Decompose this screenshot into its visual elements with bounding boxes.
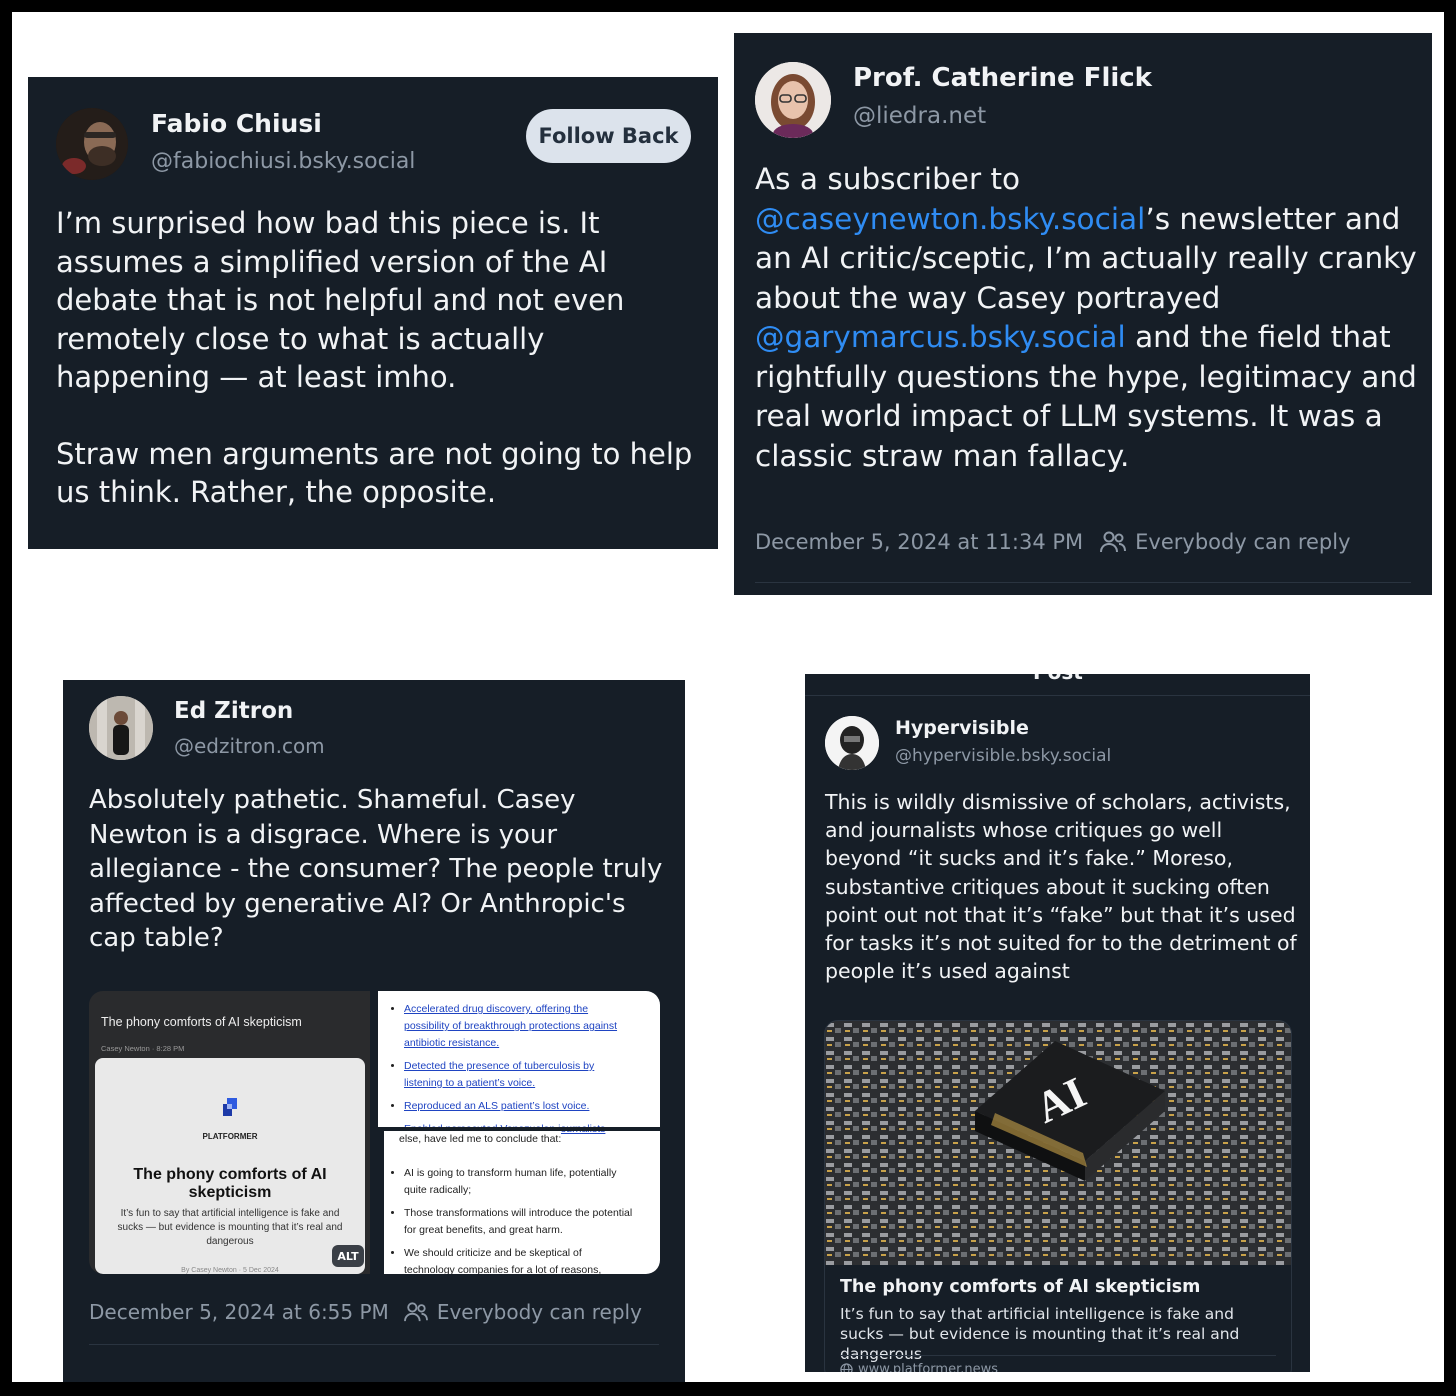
post-body: I’m surprised how bad this piece is. It … xyxy=(56,204,696,512)
post-card-hypervisible: Post Hypervisible @hypervisible.bsky.soc… xyxy=(805,674,1310,1372)
article-link-list: Accelerated drug discovery, offering the… xyxy=(384,1001,624,1144)
people-icon xyxy=(403,1301,429,1323)
divider xyxy=(89,1344,659,1345)
article-byline: By Casey Newton · 5 Dec 2024 xyxy=(181,1267,279,1274)
article-bullets: AI is going to transform human life, pot… xyxy=(384,1165,634,1274)
avatar[interactable] xyxy=(89,696,153,760)
screen-title: Post xyxy=(1033,674,1083,684)
article-lead: else, have led me to conclude that: xyxy=(399,1131,562,1148)
post-body: This is wildly dismissive of scholars, a… xyxy=(825,790,1297,984)
post-paragraph: Straw men arguments are not going to hel… xyxy=(56,436,693,510)
author-handle[interactable]: @edzitron.com xyxy=(174,734,325,758)
platformer-logo-icon xyxy=(223,1098,237,1116)
alt-badge[interactable]: ALT xyxy=(332,1245,364,1267)
author-handle[interactable]: @fabiochiusi.bsky.social xyxy=(151,149,415,174)
post-timestamp[interactable]: December 5, 2024 at 6:55 PM xyxy=(89,1300,389,1324)
list-item: Those transformations will introduce the… xyxy=(404,1205,634,1239)
collage-frame: Fabio Chiusi @fabiochiusi.bsky.social Fo… xyxy=(12,12,1444,1382)
list-item: We should criticize and be skeptical of … xyxy=(404,1245,634,1274)
follow-back-button[interactable]: Follow Back xyxy=(526,109,691,163)
screenshot-byline: Casey Newton · 8:28 PM xyxy=(101,1044,185,1053)
post-meta: December 5, 2024 at 6:55 PM Everybody ca… xyxy=(89,1300,642,1324)
post-card-fabio: Fabio Chiusi @fabiochiusi.bsky.social Fo… xyxy=(28,77,718,549)
author-name[interactable]: Ed Zitron xyxy=(174,698,293,724)
list-item: Accelerated drug discovery, offering the… xyxy=(404,1001,624,1052)
reply-permission[interactable]: Everybody can reply xyxy=(1135,530,1350,554)
avatar[interactable] xyxy=(56,108,128,180)
article-title: The phony comforts of AI skepticism xyxy=(133,1166,327,1201)
link-domain-text[interactable]: www.platformer.news xyxy=(858,1362,998,1372)
globe-icon xyxy=(840,1363,853,1372)
article-link[interactable]: Accelerated drug discovery, offering the… xyxy=(404,1003,617,1049)
mention-link[interactable]: @caseynewton.bsky.social xyxy=(755,202,1145,236)
link-card-domain: www.platformer.news xyxy=(840,1362,998,1372)
divider xyxy=(755,582,1411,583)
divider xyxy=(805,695,1310,696)
reply-permission[interactable]: Everybody can reply xyxy=(437,1300,642,1324)
post-body: As a subscriber to @caseynewton.bsky.soc… xyxy=(755,160,1421,476)
article-link[interactable]: Reproduced an ALS patient’s lost voice. xyxy=(404,1100,589,1112)
list-item: Detected the presence of tuberculosis by… xyxy=(404,1058,624,1092)
author-name[interactable]: Fabio Chiusi xyxy=(151,109,322,138)
post-card-catherine: Prof. Catherine Flick @liedra.net As a s… xyxy=(734,33,1432,595)
people-icon xyxy=(1099,530,1127,554)
list-item: AI is going to transform human life, pot… xyxy=(404,1165,634,1199)
post-card-ed: Ed Zitron @edzitron.com Absolutely pathe… xyxy=(63,680,685,1382)
link-card-image: AI xyxy=(825,1021,1291,1265)
link-card-title: The phony comforts of AI skepticism xyxy=(840,1277,1201,1297)
list-item: Reproduced an ALS patient’s lost voice. xyxy=(404,1098,624,1115)
avatar[interactable] xyxy=(825,716,879,770)
article-link[interactable]: Detected the presence of tuberculosis by… xyxy=(404,1060,594,1089)
link-preview-card: PLATFORMER The phony comforts of AI skep… xyxy=(95,1058,365,1274)
avatar[interactable] xyxy=(755,62,831,138)
embedded-image-screenshot[interactable]: Accelerated drug discovery, offering the… xyxy=(378,991,660,1274)
mention-link[interactable]: @garymarcus.bsky.social xyxy=(755,320,1126,354)
author-handle[interactable]: @liedra.net xyxy=(853,103,986,129)
post-text: As a subscriber to xyxy=(755,162,1021,196)
author-name[interactable]: Hypervisible xyxy=(895,717,1029,739)
link-card[interactable]: AI The phony comforts of AI skepticism I… xyxy=(824,1020,1292,1372)
post-paragraph: I’m surprised how bad this piece is. It … xyxy=(56,206,625,394)
screenshot-header: The phony comforts of AI skepticism xyxy=(101,1015,302,1029)
embedded-image-screenshot[interactable]: The phony comforts of AI skepticism Case… xyxy=(89,991,370,1274)
author-handle[interactable]: @hypervisible.bsky.social xyxy=(895,746,1111,766)
divider xyxy=(840,1355,1276,1356)
post-body: Absolutely pathetic. Shameful. Casey New… xyxy=(89,785,663,953)
author-name[interactable]: Prof. Catherine Flick xyxy=(853,63,1152,93)
article-description: It’s fun to say that artificial intellig… xyxy=(117,1208,343,1247)
post-meta: December 5, 2024 at 11:34 PM Everybody c… xyxy=(755,530,1351,554)
post-timestamp[interactable]: December 5, 2024 at 11:34 PM xyxy=(755,530,1083,554)
brand-label: PLATFORMER xyxy=(202,1132,258,1141)
